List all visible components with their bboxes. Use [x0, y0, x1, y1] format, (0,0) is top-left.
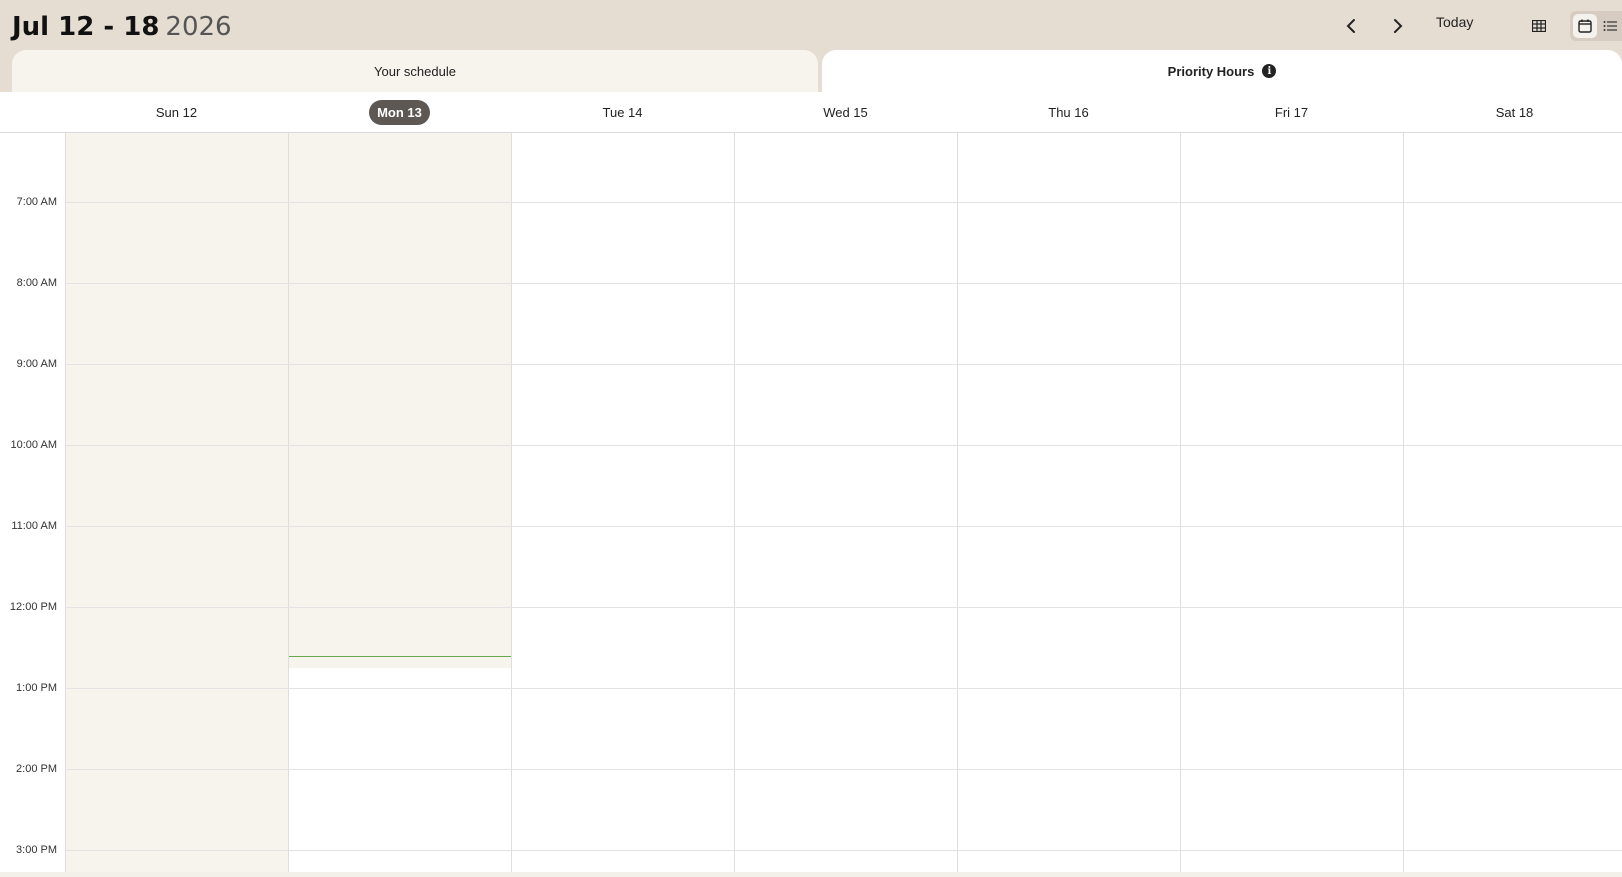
date-range-title: Jul 12 - 18 2026 — [12, 10, 232, 44]
hour-line — [66, 850, 1622, 851]
day-column-tue[interactable] — [511, 133, 735, 873]
day-label: Tue 14 — [602, 104, 643, 120]
chevron-left-icon — [1346, 19, 1355, 33]
calendar-view-button[interactable] — [1573, 14, 1597, 38]
next-week-button[interactable] — [1383, 12, 1413, 40]
hour-line — [66, 445, 1622, 446]
day-label: Thu 16 — [1048, 104, 1089, 120]
previous-week-button[interactable] — [1336, 12, 1366, 40]
time-label: 11:00 AM — [11, 520, 57, 532]
time-label: 12:00 PM — [9, 601, 57, 613]
hour-line — [66, 364, 1622, 365]
time-label: 9:00 AM — [16, 358, 57, 370]
day-column-fri[interactable] — [1180, 133, 1404, 873]
time-label: 2:00 PM — [16, 763, 57, 775]
hour-line — [66, 526, 1622, 527]
hour-line — [66, 688, 1622, 689]
tab-your-schedule[interactable]: Your schedule — [12, 50, 818, 92]
day-label: Sun 12 — [155, 104, 198, 120]
time-label: 7:00 AM — [16, 196, 57, 208]
month-view-button[interactable] — [1525, 12, 1553, 40]
chevron-right-icon — [1394, 19, 1403, 33]
today-pill: Mon 13 — [369, 99, 430, 125]
day-header[interactable]: Fri 17 — [1180, 92, 1403, 132]
day-column-mon[interactable] — [288, 133, 512, 668]
grid-icon — [1532, 20, 1546, 32]
day-header[interactable]: Thu 16 — [957, 92, 1180, 132]
time-grid: 7:00 AM 8:00 AM 9:00 AM 10:00 AM 11:00 A… — [0, 133, 1622, 873]
calendar-toolbar: Jul 12 - 18 2026 Today Your schedule Pri… — [0, 0, 1622, 92]
tab-label: Your schedule — [374, 63, 456, 79]
current-time-indicator — [289, 656, 511, 657]
time-label: 10:00 AM — [10, 439, 57, 451]
day-header[interactable]: Wed 15 — [734, 92, 957, 132]
tab-label: Priority Hours — [1167, 63, 1255, 79]
year-label: 2026 — [165, 12, 232, 42]
day-label: Wed 15 — [823, 104, 868, 120]
time-label: 1:00 PM — [16, 682, 57, 694]
day-label: Fri 17 — [1274, 104, 1309, 120]
day-column-sat[interactable] — [1403, 133, 1622, 873]
time-label: 8:00 AM — [16, 277, 57, 289]
view-toggle — [1570, 11, 1622, 41]
info-icon[interactable]: i — [1262, 64, 1277, 78]
day-header[interactable]: Tue 14 — [511, 92, 734, 132]
day-header[interactable]: Sun 12 — [65, 92, 288, 132]
calendar-icon — [1578, 19, 1592, 33]
day-header-today[interactable]: Mon 13 — [288, 92, 511, 132]
day-column-thu[interactable] — [957, 133, 1181, 873]
bottom-edge — [0, 872, 1622, 877]
day-header[interactable]: Sat 18 — [1403, 92, 1622, 132]
hour-line — [66, 769, 1622, 770]
day-column-mon-future[interactable] — [288, 668, 512, 873]
today-button[interactable]: Today — [1436, 14, 1473, 30]
list-view-button[interactable] — [1600, 14, 1620, 38]
day-column-sun[interactable] — [65, 133, 289, 873]
hour-line — [66, 283, 1622, 284]
day-column-wed[interactable] — [734, 133, 958, 873]
hour-line — [66, 607, 1622, 608]
time-label: 3:00 PM — [16, 844, 57, 856]
day-label: Sat 18 — [1495, 104, 1534, 120]
list-icon — [1603, 21, 1617, 31]
day-header-row: Sun 12 Mon 13 Tue 14 Wed 15 Thu 16 Fri 1… — [0, 92, 1622, 133]
date-range: Jul 12 - 18 — [12, 12, 160, 42]
hour-line — [66, 202, 1622, 203]
tab-priority-hours[interactable]: Priority Hours i — [822, 50, 1622, 92]
